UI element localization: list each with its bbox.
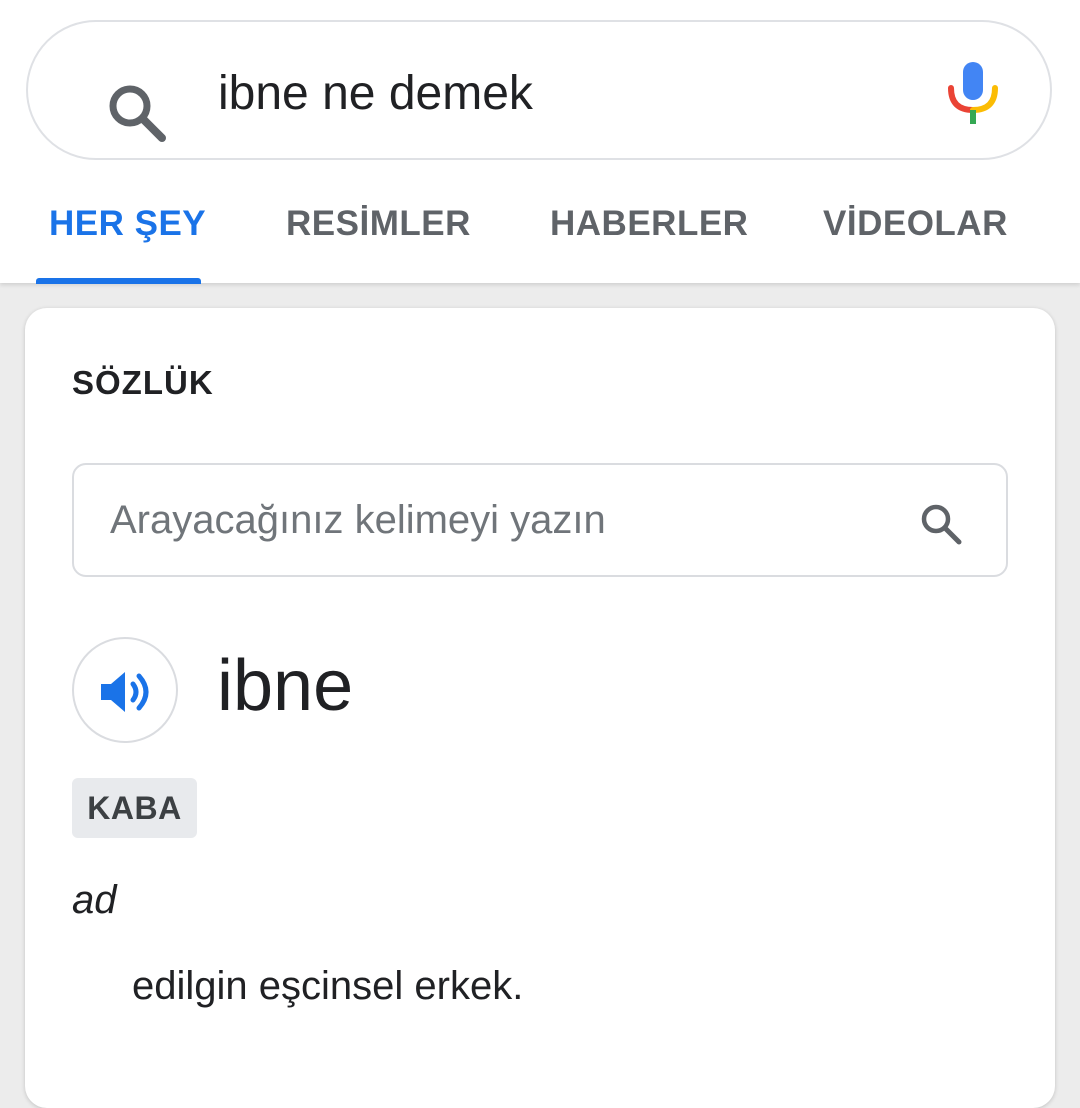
headword: ibne bbox=[217, 646, 354, 726]
tab-images[interactable]: RESİMLER bbox=[286, 204, 471, 244]
search-icon[interactable] bbox=[106, 82, 170, 146]
active-tab-indicator bbox=[36, 278, 201, 284]
card-title: SÖZLÜK bbox=[72, 364, 214, 401]
dictionary-search-box[interactable] bbox=[72, 463, 1008, 577]
definition-text: edilgin eşcinsel erkek. bbox=[132, 964, 524, 1008]
search-tabs: HER ŞEY RESİMLER HABERLER VİDEOLAR bbox=[0, 190, 1080, 284]
dictionary-card: SÖZLÜK ibne KABA ad edilgin eşcinsel erk… bbox=[25, 308, 1055, 1108]
tab-all[interactable]: HER ŞEY bbox=[49, 204, 206, 244]
search-icon[interactable] bbox=[918, 501, 964, 547]
mic-icon[interactable] bbox=[946, 58, 1000, 126]
search-header: ibne ne demek HER ŞEY RESİMLER HABERLER … bbox=[0, 0, 1080, 284]
part-of-speech: ad bbox=[72, 878, 117, 922]
usage-label-badge: KABA bbox=[72, 778, 197, 838]
search-query[interactable]: ibne ne demek bbox=[218, 66, 533, 122]
dictionary-search-input[interactable] bbox=[110, 489, 890, 551]
tab-news[interactable]: HABERLER bbox=[550, 204, 748, 244]
search-bar[interactable]: ibne ne demek bbox=[26, 20, 1052, 160]
tab-videos[interactable]: VİDEOLAR bbox=[823, 204, 1008, 244]
speaker-icon bbox=[101, 672, 149, 712]
pronunciation-button[interactable] bbox=[72, 637, 178, 743]
